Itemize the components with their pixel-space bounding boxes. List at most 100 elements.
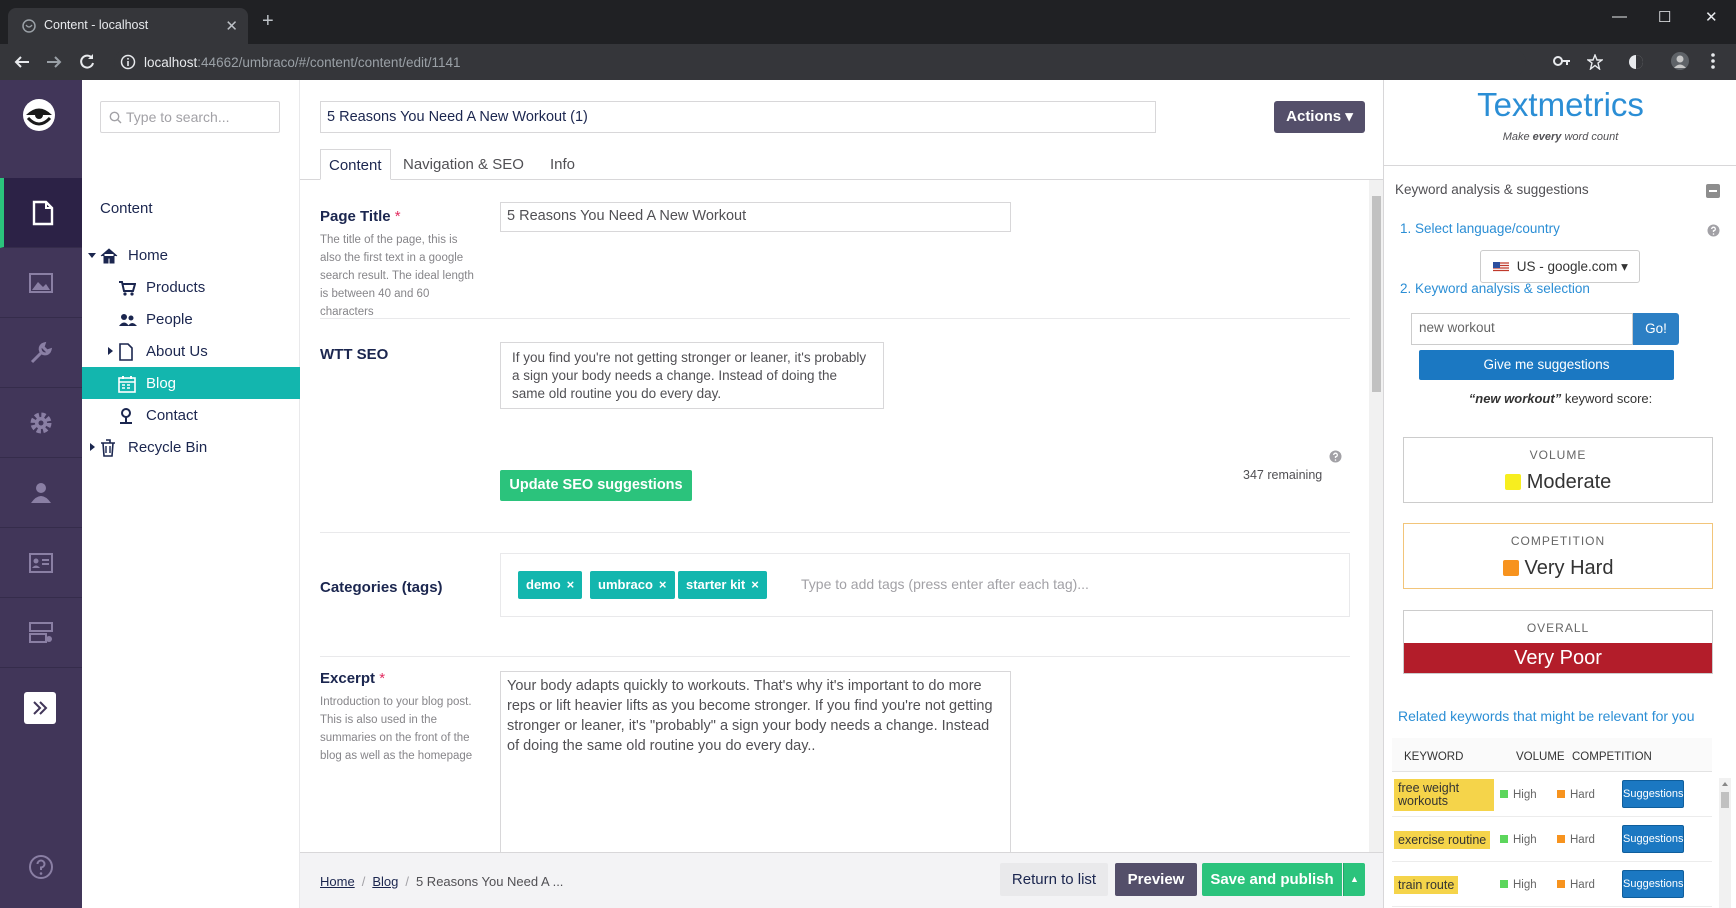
map-pin-icon	[118, 407, 134, 425]
tab-info[interactable]: Info	[542, 149, 583, 180]
tree-node-label: Blog	[146, 375, 177, 392]
tree-node-about-us[interactable]: About Us	[82, 335, 300, 367]
browser-toolbar: localhost:44662/umbraco/#/content/conten…	[0, 44, 1736, 80]
tree-node-label: Products	[146, 279, 206, 296]
wtt-seo-textarea[interactable]: If you find you're not getting stronger …	[500, 342, 884, 409]
tag-chip[interactable]: umbraco ×	[590, 571, 675, 599]
expand-sidebar-button[interactable]	[24, 692, 56, 724]
nav-content[interactable]	[0, 178, 82, 248]
update-seo-suggestions-button[interactable]: Update SEO suggestions	[500, 470, 692, 501]
remove-tag-icon[interactable]: ×	[751, 577, 759, 592]
give-suggestions-button[interactable]: Give me suggestions	[1419, 350, 1674, 380]
caret-right-icon[interactable]	[88, 443, 96, 451]
keyword-chip[interactable]: free weight workouts	[1394, 779, 1494, 811]
keyword-chip[interactable]: train route	[1394, 876, 1459, 894]
minimize-icon[interactable]: —	[1612, 8, 1627, 25]
go-button[interactable]: Go!	[1633, 313, 1679, 345]
divider	[320, 532, 1350, 533]
back-icon[interactable]	[12, 52, 32, 72]
remove-tag-icon[interactable]: ×	[567, 577, 575, 592]
profile-avatar[interactable]	[1670, 51, 1690, 71]
tree-node-label: Contact	[146, 407, 198, 424]
nav-forms[interactable]	[0, 598, 82, 668]
volume-score: VOLUME Moderate	[1403, 437, 1713, 503]
nav-members[interactable]	[0, 528, 82, 598]
tab-close-icon[interactable]: ✕	[225, 17, 238, 35]
help-icon[interactable]	[1707, 224, 1720, 237]
forms-icon	[28, 621, 54, 645]
nav-settings[interactable]	[0, 318, 82, 388]
star-icon[interactable]	[1587, 54, 1603, 70]
tab-navigation-seo[interactable]: Navigation & SEO	[395, 149, 532, 180]
tree-node-recycle-bin[interactable]: Recycle Bin	[82, 431, 300, 463]
wtt-seo-label: WTT SEO	[320, 346, 389, 363]
save-and-publish-button[interactable]: Save and publish	[1202, 863, 1342, 896]
chevron-double-right-icon	[31, 699, 49, 717]
save-options-caret-icon[interactable]: ▲	[1343, 863, 1365, 896]
table-header: KEYWORD VOLUME COMPETITION	[1392, 738, 1712, 772]
content-tree: Type to search... Content Home Products …	[82, 80, 300, 908]
search-icon	[109, 111, 122, 124]
remove-tag-icon[interactable]: ×	[659, 577, 667, 592]
tree-node-home[interactable]: Home	[82, 239, 300, 271]
volume-swatch	[1504, 474, 1521, 490]
key-icon[interactable]	[1553, 54, 1571, 68]
suggestions-button[interactable]: Suggestions	[1622, 825, 1684, 853]
menu-kebab-icon[interactable]	[1710, 52, 1716, 70]
wrench-icon	[28, 340, 54, 366]
tree-node-products[interactable]: Products	[82, 271, 300, 303]
umbraco-logo[interactable]	[22, 98, 56, 132]
nav-users[interactable]	[0, 458, 82, 528]
country-select[interactable]: US - google.com ▾	[1480, 250, 1640, 283]
minimize-panel-icon[interactable]	[1706, 184, 1720, 198]
members-icon	[28, 552, 54, 574]
keyword-chip[interactable]: exercise routine	[1394, 831, 1491, 849]
tags-input[interactable]: demo × umbraco × starter kit × Type to add …	[500, 553, 1350, 617]
tag-chip[interactable]: demo ×	[518, 571, 583, 599]
nav-developer[interactable]	[0, 388, 82, 458]
return-to-list-button[interactable]: Return to list	[1000, 863, 1108, 896]
address-bar[interactable]: localhost:44662/umbraco/#/content/conten…	[114, 49, 1526, 76]
preview-button[interactable]: Preview	[1115, 863, 1197, 896]
tree-node-blog[interactable]: Blog	[82, 367, 300, 399]
breadcrumb-blog[interactable]: Blog	[372, 874, 398, 889]
forward-icon[interactable]	[44, 52, 64, 72]
keyword-input[interactable]: new workout	[1411, 313, 1633, 345]
tab-content[interactable]: Content	[320, 149, 391, 180]
suggestions-button[interactable]: Suggestions	[1622, 780, 1684, 808]
tree-node-label: People	[146, 311, 193, 328]
new-tab-icon[interactable]: +	[262, 11, 274, 31]
editor-scrollbar[interactable]	[1369, 180, 1383, 852]
browser-tab[interactable]: Content - localhost ✕	[8, 8, 248, 44]
help-icon[interactable]	[28, 854, 54, 880]
scrollbar-thumb[interactable]	[1372, 196, 1381, 392]
window-close-icon[interactable]: ✕	[1705, 8, 1718, 26]
related-scrollbar[interactable]	[1719, 778, 1731, 908]
tree-node-contact[interactable]: Contact	[82, 399, 300, 431]
editor-scroll-area[interactable]: Page Title * The title of the page, this…	[300, 180, 1383, 852]
caret-down-icon[interactable]	[88, 251, 96, 259]
breadcrumb-home[interactable]: Home	[320, 874, 355, 889]
umbraco-app: Type to search... Content Home Products …	[0, 80, 1736, 908]
calendar-icon	[118, 375, 136, 393]
excerpt-textarea[interactable]: Your body adapts quickly to workouts. Th…	[500, 671, 1011, 852]
suggestions-button[interactable]: Suggestions	[1622, 870, 1684, 898]
node-name-input[interactable]: 5 Reasons You Need A New Workout (1)	[320, 101, 1156, 133]
actions-button[interactable]: Actions ▾	[1274, 101, 1365, 133]
editor-footer: Home / Blog/5 Reasons You Need A ... Retur…	[300, 852, 1383, 908]
maximize-icon[interactable]: ☐	[1658, 8, 1671, 26]
tag-chip[interactable]: starter kit ×	[678, 571, 767, 599]
site-info-icon[interactable]	[120, 54, 136, 70]
page-title-input[interactable]: 5 Reasons You Need A New Workout	[500, 202, 1011, 232]
media-icon	[28, 272, 54, 294]
related-keywords-title: Related keywords that might be relevant …	[1398, 708, 1695, 724]
nav-media[interactable]	[0, 248, 82, 318]
tree-node-people[interactable]: People	[82, 303, 300, 335]
extension-icon[interactable]	[1628, 54, 1644, 70]
caret-right-icon[interactable]	[106, 347, 114, 355]
tree-node-label: About Us	[146, 343, 208, 360]
content-editor: 5 Reasons You Need A New Workout (1) Act…	[300, 80, 1383, 908]
tree-search-input[interactable]: Type to search...	[100, 101, 280, 133]
help-icon[interactable]	[1329, 450, 1342, 463]
reload-icon[interactable]	[77, 52, 97, 72]
